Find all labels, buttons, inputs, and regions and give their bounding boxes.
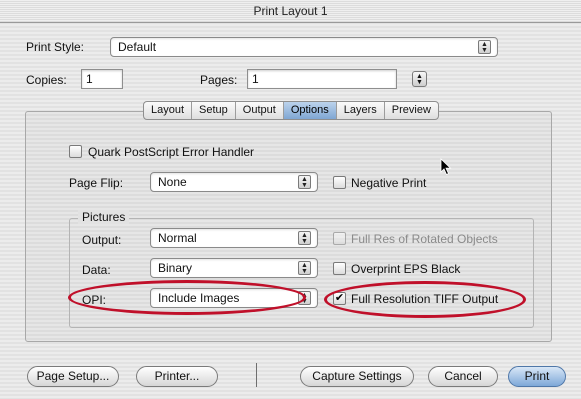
- tab-bar: Layout Setup Output Options Layers Previ…: [143, 101, 439, 120]
- copies-input[interactable]: 1: [81, 69, 123, 89]
- quark-error-handler-checkbox[interactable]: [69, 145, 82, 158]
- printer-button[interactable]: Printer...: [136, 366, 218, 387]
- cancel-button[interactable]: Cancel: [428, 366, 498, 387]
- tiff-highlight-ring: [324, 281, 526, 318]
- tab-options[interactable]: Options: [283, 102, 337, 119]
- popup-arrows-icon: ▲ ▼: [298, 261, 311, 275]
- capture-settings-button[interactable]: Capture Settings: [300, 366, 414, 387]
- data-value: Binary: [158, 261, 193, 275]
- tab-setup[interactable]: Setup: [192, 102, 236, 119]
- print-style-label: Print Style:: [26, 40, 85, 54]
- popup-arrows-icon: ▲ ▼: [478, 40, 491, 54]
- tab-preview[interactable]: Preview: [385, 102, 438, 119]
- data-label: Data:: [82, 263, 111, 277]
- data-select[interactable]: Binary ▲ ▼: [150, 258, 318, 278]
- negative-print-checkbox[interactable]: [333, 176, 346, 189]
- overprint-eps-label: Overprint EPS Black: [351, 262, 461, 276]
- full-res-rotated-checkbox[interactable]: [333, 232, 346, 245]
- tab-output[interactable]: Output: [236, 102, 284, 119]
- popup-arrows-icon: ▲ ▼: [298, 231, 311, 245]
- page-flip-select[interactable]: None ▲ ▼: [150, 172, 318, 192]
- overprint-eps-checkbox[interactable]: [333, 262, 346, 275]
- tab-layers[interactable]: Layers: [337, 102, 385, 119]
- mouse-cursor-icon: [440, 158, 452, 176]
- output-select[interactable]: Normal ▲ ▼: [150, 228, 318, 248]
- page-flip-label: Page Flip:: [69, 176, 124, 190]
- print-style-value: Default: [118, 40, 157, 54]
- pages-label: Pages:: [200, 73, 238, 87]
- tab-layout[interactable]: Layout: [144, 102, 193, 119]
- opi-highlight-ring: [68, 280, 306, 315]
- negative-print-label: Negative Print: [351, 176, 427, 190]
- page-flip-value: None: [158, 175, 187, 189]
- pictures-group-title: Pictures: [78, 210, 130, 224]
- copies-label: Copies:: [26, 73, 67, 87]
- quark-error-handler-label: Quark PostScript Error Handler: [88, 145, 255, 159]
- pages-stepper-icon[interactable]: ▲ ▼: [412, 71, 427, 87]
- print-button[interactable]: Print: [508, 366, 566, 387]
- print-style-select[interactable]: Default ▲ ▼: [110, 37, 498, 57]
- popup-arrows-icon: ▲ ▼: [298, 175, 311, 189]
- window-title: Print Layout 1: [0, 0, 581, 23]
- page-setup-button[interactable]: Page Setup...: [27, 366, 119, 387]
- output-value: Normal: [158, 231, 197, 245]
- button-separator: [256, 363, 257, 387]
- output-label: Output:: [82, 233, 122, 247]
- full-res-rotated-label: Full Res of Rotated Objects: [351, 232, 498, 246]
- pages-input[interactable]: 1: [247, 69, 397, 89]
